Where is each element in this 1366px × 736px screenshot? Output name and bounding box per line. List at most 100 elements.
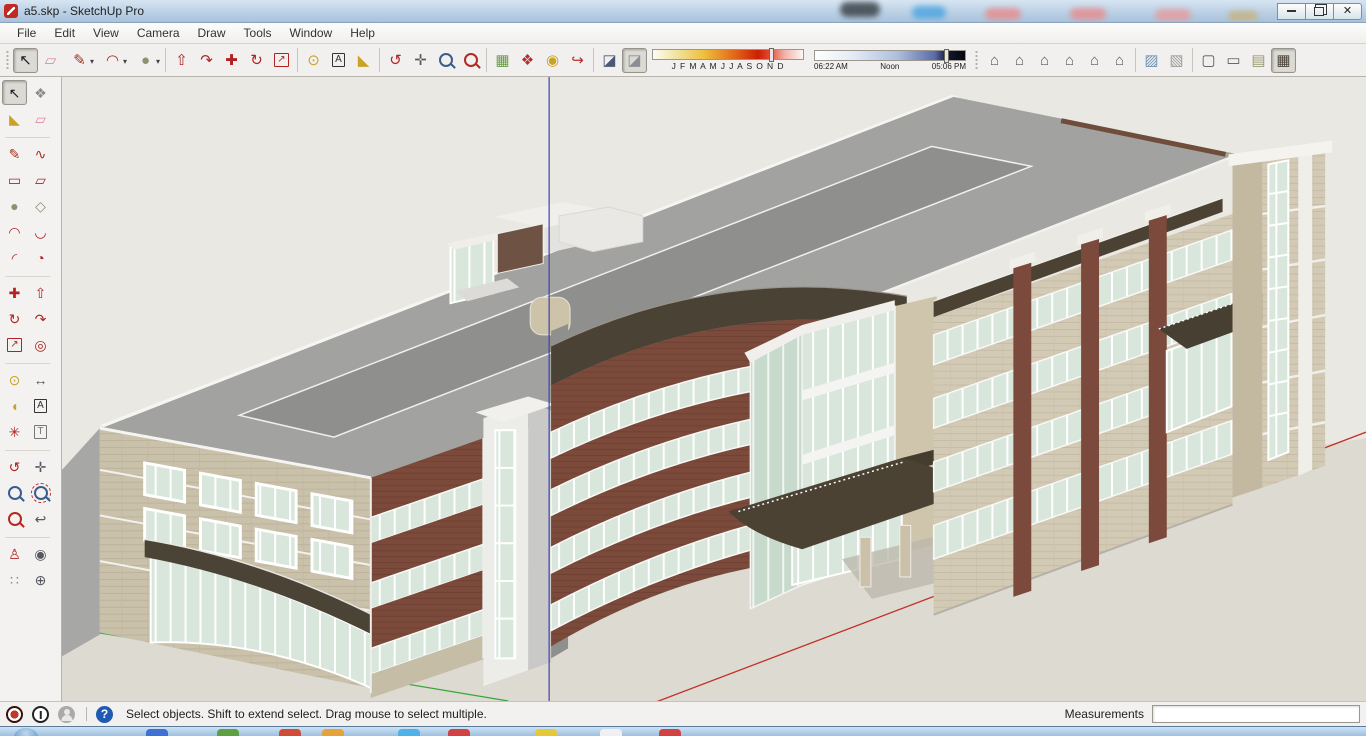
palette-protractor-tool[interactable]: ◖ <box>2 393 27 418</box>
palette-polygon-tool[interactable]: ◇ <box>28 193 53 218</box>
taskbar-app-6[interactable] <box>448 729 470 736</box>
taskbar-app-3[interactable] <box>279 729 301 736</box>
palette-line-tool[interactable]: ✎ <box>2 141 27 166</box>
palette-text-tool[interactable]: A <box>28 393 53 418</box>
palette-section-plane-tool[interactable]: ⊕ <box>28 567 53 592</box>
shadow-date-slider[interactable]: J F M A M J J A S O N D <box>652 48 804 71</box>
taskbar-app-8[interactable] <box>600 729 622 736</box>
shadow-time-thumb[interactable] <box>944 48 949 63</box>
shadow-settings-button[interactable]: ◪ <box>597 48 622 73</box>
palette-zoom-window-tool[interactable] <box>28 480 53 505</box>
palette-3d-text-tool[interactable]: T <box>28 419 53 444</box>
menu-tools[interactable]: Tools <box>235 24 281 42</box>
palette-tape-measure-tool[interactable]: ⊙ <box>2 367 27 392</box>
back-edges-button[interactable]: ▧ <box>1164 48 1189 73</box>
palette-rotate-tool[interactable]: ↻ <box>2 306 27 331</box>
zoom-extents-tool[interactable] <box>458 48 483 73</box>
menu-draw[interactable]: Draw <box>189 24 235 42</box>
taskbar-app-5[interactable] <box>398 729 420 736</box>
shaded-button[interactable]: ▤ <box>1246 48 1271 73</box>
add-location-button[interactable]: ▦ <box>490 48 515 73</box>
palette-pie-tool[interactable]: ◔ <box>28 245 53 270</box>
shadow-date-thumb[interactable] <box>768 48 774 62</box>
share-model-button[interactable]: ↪ <box>565 48 590 73</box>
push-pull-tool[interactable]: ⇧ <box>169 48 194 73</box>
palette-walk-tool[interactable]: ∷ <box>2 567 27 592</box>
rotate-tool[interactable]: ↻ <box>244 48 269 73</box>
toolbar-gripper[interactable] <box>974 49 979 71</box>
arc-tool[interactable]: ◠ <box>96 48 129 73</box>
taskbar-app-2[interactable] <box>217 729 239 736</box>
palette-circle-tool[interactable]: ● <box>2 193 27 218</box>
hidden-line-button[interactable]: ▭ <box>1221 48 1246 73</box>
shadows-toggle[interactable]: ◪ <box>622 47 647 73</box>
menu-camera[interactable]: Camera <box>128 24 189 42</box>
pan-tool[interactable]: ✛ <box>408 48 433 73</box>
tape-measure-tool[interactable]: ⊙ <box>301 48 326 73</box>
palette-eraser[interactable]: ▱ <box>28 106 53 131</box>
palette-two-point-arc-tool[interactable]: ◡ <box>28 219 53 244</box>
view-top-button[interactable]: ⌂ <box>1007 48 1032 73</box>
palette-zoom-tool[interactable] <box>2 480 27 505</box>
get-models-button[interactable]: ❖ <box>515 48 540 73</box>
scale-tool[interactable]: ↗ <box>269 48 294 73</box>
palette-move-tool[interactable]: ✚ <box>2 280 27 305</box>
follow-me-tool[interactable]: ↷ <box>194 48 219 73</box>
geolocation-status-icon[interactable] <box>6 705 23 723</box>
palette-orbit-tool[interactable]: ↺ <box>2 454 27 479</box>
minimize-button[interactable] <box>1277 2 1306 20</box>
palette-pan-tool[interactable]: ✛ <box>28 454 53 479</box>
select-tool[interactable]: ↖ <box>13 47 38 73</box>
model-viewport[interactable] <box>62 77 1366 701</box>
sign-in-status-icon[interactable] <box>58 705 75 723</box>
shadow-date-track[interactable] <box>652 48 804 62</box>
taskbar-app-7[interactable] <box>535 729 557 736</box>
palette-push-pull-tool[interactable]: ⇧ <box>28 280 53 305</box>
palette-offset-tool[interactable]: ◎ <box>28 332 53 357</box>
orbit-tool[interactable]: ↺ <box>383 48 408 73</box>
measurements-input[interactable] <box>1152 705 1360 723</box>
palette-arc-tool[interactable]: ◠ <box>2 219 27 244</box>
building-model[interactable] <box>62 77 1366 701</box>
credits-status-icon[interactable] <box>32 705 49 723</box>
taskbar-app-4[interactable] <box>322 729 344 736</box>
paint-bucket-tool[interactable]: ◣ <box>351 48 376 73</box>
view-front-button[interactable]: ⌂ <box>1032 48 1057 73</box>
toolbar-gripper[interactable] <box>5 49 10 71</box>
line-tool[interactable]: ✎ <box>63 48 96 73</box>
palette-make-component[interactable]: ❖ <box>28 80 53 105</box>
view-right-button[interactable]: ⌂ <box>1057 48 1082 73</box>
palette-select-tool[interactable]: ↖ <box>2 80 27 105</box>
palette-paint-bucket[interactable]: ◣ <box>2 106 27 131</box>
palette-three-point-arc-tool[interactable]: ◜ <box>2 245 27 270</box>
view-left-button[interactable]: ⌂ <box>1107 48 1132 73</box>
taskbar-app-1[interactable] <box>146 729 168 736</box>
start-button[interactable] <box>14 728 38 736</box>
menu-view[interactable]: View <box>84 24 128 42</box>
shape-tool[interactable]: ● <box>129 48 162 73</box>
palette-follow-me-tool[interactable]: ↷ <box>28 306 53 331</box>
menu-window[interactable]: Window <box>281 24 342 42</box>
close-button[interactable]: ✕ <box>1333 2 1362 20</box>
zoom-tool[interactable] <box>433 48 458 73</box>
palette-axes-tool[interactable]: ✳ <box>2 419 27 444</box>
palette-position-camera-tool[interactable]: ♙ <box>2 541 27 566</box>
menu-file[interactable]: File <box>8 24 45 42</box>
help-icon[interactable]: ? <box>96 705 113 723</box>
xray-mode-button[interactable]: ▨ <box>1139 48 1164 73</box>
palette-zoom-previous-tool[interactable]: ↩ <box>28 506 53 531</box>
palette-zoom-extents-tool[interactable] <box>2 506 27 531</box>
wireframe-button[interactable]: ▢ <box>1196 48 1221 73</box>
taskbar-app-9[interactable] <box>659 729 681 736</box>
photo-textures-button[interactable]: ◉ <box>540 48 565 73</box>
palette-rectangle-tool[interactable]: ▭ <box>2 167 27 192</box>
palette-rotated-rectangle-tool[interactable]: ▱ <box>28 167 53 192</box>
shadow-time-track[interactable] <box>814 48 966 63</box>
menu-help[interactable]: Help <box>341 24 384 42</box>
view-iso-button[interactable]: ⌂ <box>982 48 1007 73</box>
shadow-time-slider[interactable]: 06:22 AM Noon 05:06 PM <box>814 48 966 71</box>
eraser-tool[interactable]: ▱ <box>38 48 63 73</box>
palette-scale-tool[interactable]: ↗ <box>2 332 27 357</box>
palette-dimension-tool[interactable]: ↔ <box>28 367 53 392</box>
palette-freehand-tool[interactable]: ∿ <box>28 141 53 166</box>
